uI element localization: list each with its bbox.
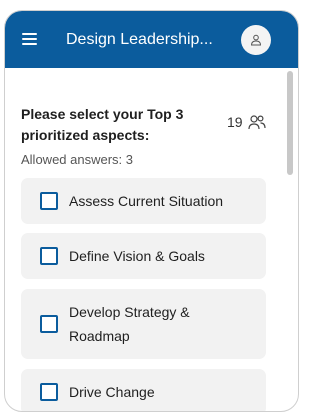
user-icon <box>250 34 262 46</box>
option-define-vision-goals[interactable]: Define Vision & Goals <box>21 233 266 279</box>
response-counter: 19 <box>227 114 266 130</box>
option-label: Drive Change <box>69 384 155 400</box>
option-checkbox[interactable] <box>40 383 58 401</box>
poll-content: Please select your Top 3 prioritized asp… <box>5 68 285 411</box>
option-checkbox[interactable] <box>40 247 58 265</box>
response-count: 19 <box>227 114 243 130</box>
allowed-answers-value: 3 <box>125 152 134 167</box>
allowed-answers-note: Allowed answers: 3 <box>21 152 133 167</box>
option-label: Define Vision & Goals <box>69 248 205 264</box>
event-title: Design Leadership... <box>66 31 213 48</box>
participants-icon <box>247 114 266 129</box>
option-label: Assess Current Situation <box>69 193 224 209</box>
option-drive-change[interactable]: Drive Change <box>21 369 266 411</box>
app-header: Design Leadership... <box>5 11 298 68</box>
option-checkbox[interactable] <box>40 315 58 333</box>
allowed-answers-label: Allowed answers: <box>21 152 123 167</box>
option-checkbox[interactable] <box>40 192 58 210</box>
scrollbar-thumb[interactable] <box>287 71 293 175</box>
hamburger-menu-icon[interactable] <box>22 33 37 45</box>
option-label: Develop Strategy & Roadmap <box>69 304 190 344</box>
user-avatar-button[interactable] <box>241 25 271 55</box>
phone-frame: Design Leadership... Please select your … <box>4 10 299 412</box>
poll-question: Please select your Top 3 prioritized asp… <box>21 106 184 143</box>
option-develop-strategy-roadmap[interactable]: Develop Strategy & Roadmap <box>21 289 266 359</box>
option-assess-current-situation[interactable]: Assess Current Situation <box>21 178 266 224</box>
